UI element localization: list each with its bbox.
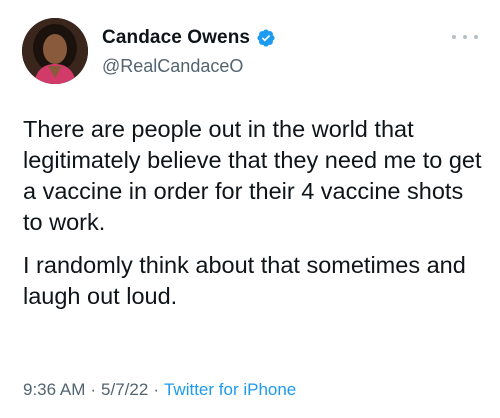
handle[interactable]: @RealCandaceO bbox=[102, 56, 276, 77]
tweet-meta: 9:36 AM · 5/7/22 · Twitter for iPhone bbox=[23, 380, 296, 400]
tweet-card: Candace Owens @RealCandaceO There are pe… bbox=[0, 0, 500, 418]
verified-badge-icon bbox=[256, 28, 276, 48]
meta-separator: · bbox=[90, 380, 97, 399]
author-block: Candace Owens @RealCandaceO bbox=[102, 26, 276, 77]
avatar[interactable] bbox=[22, 18, 88, 84]
tweet-time[interactable]: 9:36 AM bbox=[23, 380, 85, 399]
tweet-paragraph: I randomly think about that sometimes an… bbox=[23, 252, 466, 309]
tweet-source-link[interactable]: Twitter for iPhone bbox=[164, 380, 296, 399]
tweet-text: There are people out in the world that l… bbox=[23, 114, 483, 312]
display-name[interactable]: Candace Owens bbox=[102, 27, 250, 49]
tweet-paragraph: There are people out in the world that l… bbox=[23, 116, 482, 235]
more-horizontal-icon[interactable] bbox=[452, 30, 478, 44]
tweet-date[interactable]: 5/7/22 bbox=[101, 380, 148, 399]
avatar-image bbox=[22, 18, 88, 84]
name-row: Candace Owens bbox=[102, 26, 276, 50]
meta-separator: · bbox=[153, 380, 159, 399]
